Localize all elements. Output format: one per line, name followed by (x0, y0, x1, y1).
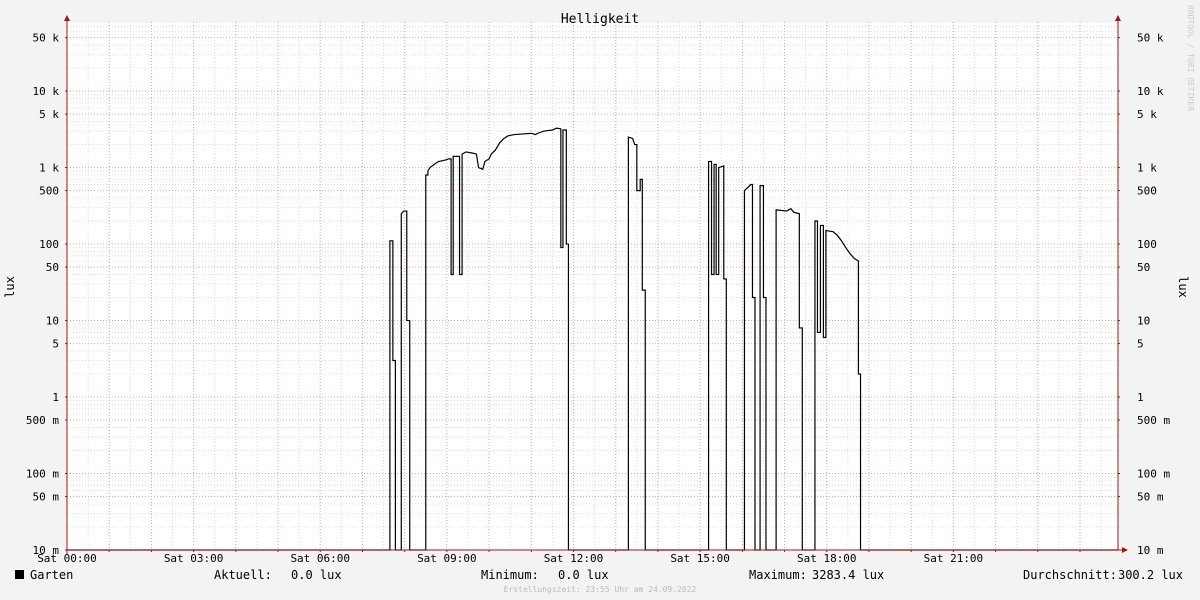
y-tick-label: 10 (1137, 315, 1150, 328)
legend-min-label: Minimum: (481, 568, 539, 582)
legend-max-value: 3283.4 lux (812, 568, 884, 582)
y-tick-label: 10 m (1137, 544, 1164, 557)
y-axis-label-right: lux (1176, 276, 1190, 298)
x-tick-label: Sat 15:00 (670, 552, 730, 565)
x-tick-label: Sat 06:00 (290, 552, 350, 565)
y-tick-label: 100 m (1137, 468, 1170, 481)
watermark: RRDTOOL / TOBI OETIKER (1186, 5, 1195, 111)
y-tick-label: 5 k (1137, 108, 1157, 121)
y-tick-label: 5 (1137, 338, 1144, 351)
legend-current-value: 0.0 lux (291, 568, 342, 582)
plot-area (67, 22, 1118, 550)
y-tick-label: 100 (1137, 238, 1157, 251)
legend-avg-value: 300.2 lux (1118, 568, 1183, 582)
x-tick-label: Sat 09:00 (417, 552, 477, 565)
y-axis-label-left: lux (3, 276, 17, 298)
brightness-chart: 10 m 50 m 100 m 500 m 1 5 10 50 100 500 1 k 5 k 10 k… (0, 0, 1200, 600)
y-tick-label: 500 (39, 185, 59, 198)
y-tick-label: 1 (52, 391, 59, 404)
y-tick-label: 10 (46, 315, 59, 328)
y-tick-label: 500 m (1137, 414, 1170, 427)
legend-current-label: Aktuell: (214, 568, 272, 582)
y-tick-label: 500 m (26, 414, 59, 427)
y-tick-label: 50 k (33, 32, 60, 45)
y-tick-label: 5 k (39, 108, 59, 121)
y-tick-label: 10 k (1137, 85, 1164, 98)
legend-max-label: Maximum: (749, 568, 807, 582)
legend-series-label: Garten (30, 568, 73, 582)
y-tick-label: 50 k (1137, 32, 1164, 45)
creation-timestamp: Erstellungszeit: 23:55 Uhr am 24.09.2022 (504, 585, 697, 594)
y-tick-label: 50 (46, 261, 59, 274)
x-tick-label: Sat 18:00 (797, 552, 857, 565)
x-tick-label: Sat 21:00 (924, 552, 984, 565)
legend-min-value: 0.0 lux (558, 568, 609, 582)
y-tick-label: 1 (1137, 391, 1144, 404)
y-tick-label: 10 k (33, 85, 60, 98)
y-tick-label: 1 k (1137, 162, 1157, 175)
y-tick-label: 100 (39, 238, 59, 251)
x-tick-label: Sat 12:00 (544, 552, 604, 565)
y-tick-label: 5 (52, 338, 59, 351)
y-tick-label: 100 m (26, 468, 59, 481)
y-tick-label: 500 (1137, 185, 1157, 198)
legend-avg-label: Durchschnitt: (1023, 568, 1117, 582)
y-tick-label: 1 k (39, 162, 59, 175)
y-tick-label: 50 (1137, 261, 1150, 274)
legend-swatch (15, 570, 24, 579)
y-tick-label: 50 m (33, 491, 60, 504)
y-tick-label: 50 m (1137, 491, 1164, 504)
x-tick-label: Sat 03:00 (164, 552, 224, 565)
chart-title: Helligkeit (561, 12, 639, 27)
